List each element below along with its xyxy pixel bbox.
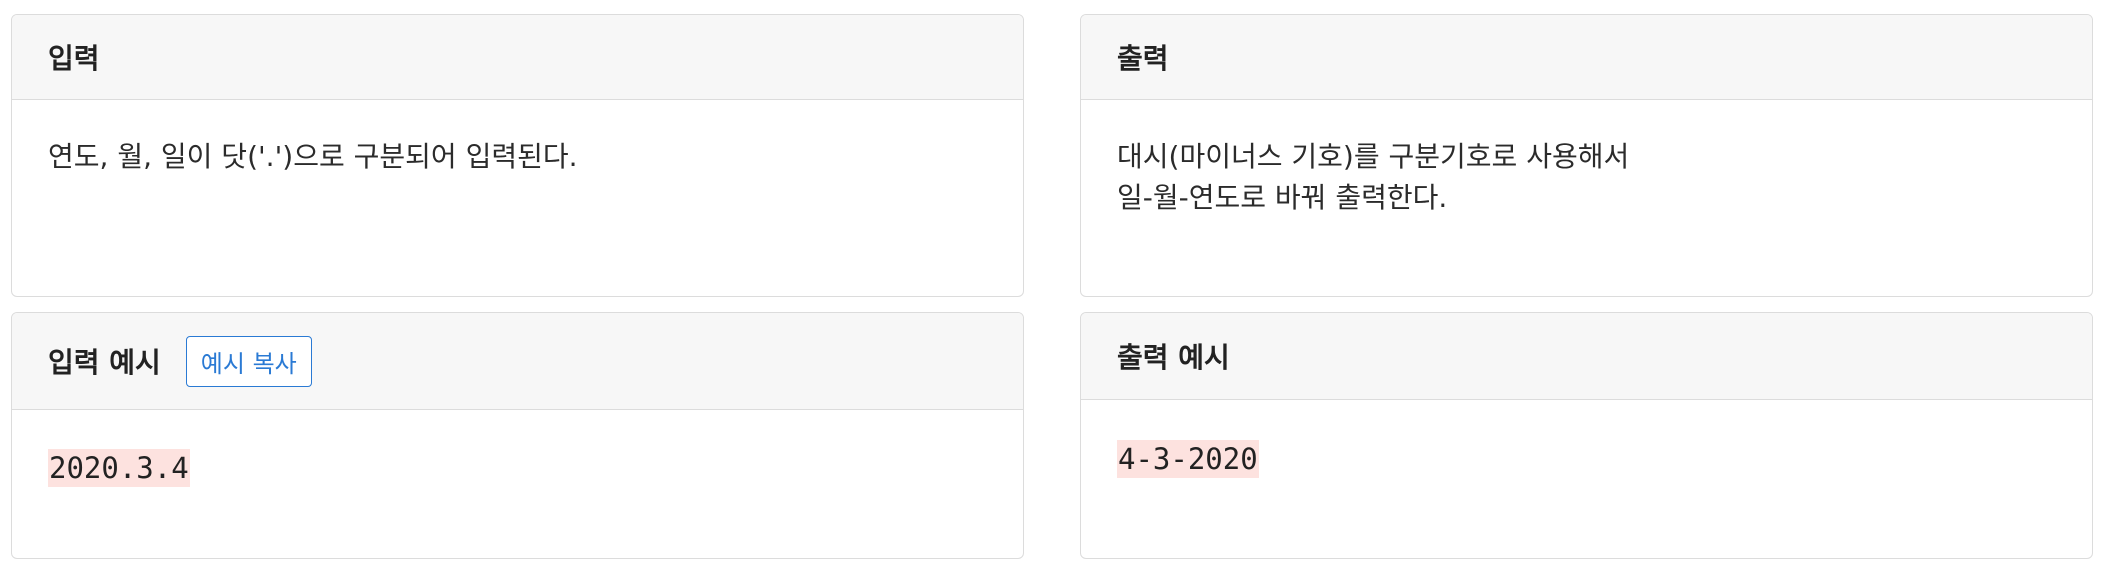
output-title: 출력	[1117, 42, 1169, 75]
input-example-body: 2020.3.4	[12, 410, 1023, 487]
output-description: 대시(마이너스 기호)를 구분기호로 사용해서 일-월-연도로 바꿔 출력한다.	[1117, 140, 1630, 214]
output-card-body: 대시(마이너스 기호)를 구분기호로 사용해서 일-월-연도로 바꿔 출력한다.	[1081, 136, 2092, 218]
output-card-header: 출력	[1081, 15, 2092, 100]
input-example-header: 입력 예시 예시 복사	[12, 313, 1023, 410]
output-example-card: 출력 예시 4-3-2020	[1080, 312, 2093, 559]
input-title: 입력	[48, 42, 100, 75]
output-example-title: 출력 예시	[1117, 341, 1230, 374]
copy-example-button[interactable]: 예시 복사	[185, 335, 312, 387]
input-card-header: 입력	[12, 15, 1023, 100]
input-card: 입력 연도, 월, 일이 닷('.')으로 구분되어 입력된다.	[11, 14, 1024, 297]
input-example-value: 2020.3.4	[48, 449, 190, 487]
input-example-card: 입력 예시 예시 복사 2020.3.4	[11, 312, 1024, 559]
input-example-title: 입력 예시	[48, 346, 161, 379]
output-example-header: 출력 예시	[1081, 313, 2092, 400]
output-example-value: 4-3-2020	[1117, 440, 1259, 478]
input-card-body: 연도, 월, 일이 닷('.')으로 구분되어 입력된다.	[12, 136, 1023, 177]
output-card: 출력 대시(마이너스 기호)를 구분기호로 사용해서 일-월-연도로 바꿔 출력…	[1080, 14, 2093, 297]
output-example-body: 4-3-2020	[1081, 400, 2092, 478]
input-description: 연도, 월, 일이 닷('.')으로 구분되어 입력된다.	[48, 140, 578, 173]
